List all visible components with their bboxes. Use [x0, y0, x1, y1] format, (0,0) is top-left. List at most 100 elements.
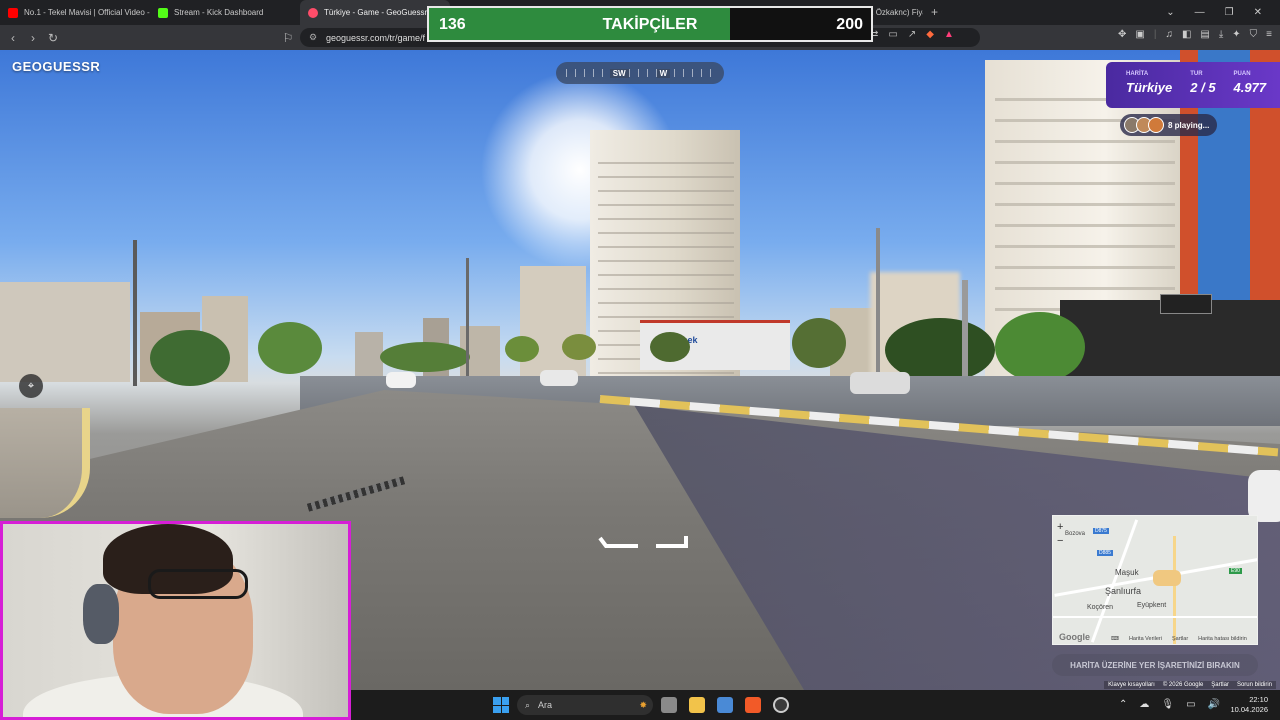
guess-button[interactable]: HARİTA ÜZERİNE YER İŞARETİNİZİ BIRAKIN	[1052, 654, 1258, 676]
map-footer: ⌨ Harita Verileri Şartlar Harita hatası …	[1111, 636, 1247, 642]
file-explorer-icon[interactable]	[689, 697, 705, 713]
map-footer-link[interactable]: Harita Verileri	[1129, 636, 1162, 642]
address-bar-actions: ⇄ ▭ ↗ ◆ ▲	[870, 29, 954, 40]
close-window-icon[interactable]: ✕	[1254, 7, 1262, 18]
bookmark-icon[interactable]: ⚐	[278, 31, 298, 45]
cloud-icon[interactable]: ☁	[1139, 699, 1149, 710]
leo-ai-icon[interactable]: ✦	[1232, 29, 1240, 40]
zoom-in-button[interactable]: +	[1057, 522, 1063, 533]
brave-browser-icon[interactable]	[745, 697, 761, 713]
tree	[150, 330, 230, 386]
brave-shield-icon[interactable]: ◆	[926, 29, 934, 40]
url-text: geoguessr.com/tr/game/f	[326, 32, 426, 43]
store-icon[interactable]	[717, 697, 733, 713]
street-lamp	[466, 258, 469, 382]
follower-label: TAKİPÇİLER	[602, 16, 698, 33]
download-icon[interactable]: ⤓	[1219, 29, 1223, 40]
vpn-icon[interactable]: ⛉	[1250, 29, 1258, 40]
site-info-icon[interactable]: ⚙	[309, 32, 317, 43]
footer-link[interactable]: Şartlar	[1211, 682, 1229, 688]
tree	[505, 336, 539, 362]
game-status-panel: HARİTA Türkiye TUR 2 / 5 PUAN 4.977	[1106, 62, 1280, 108]
restore-icon[interactable]: ❐	[1225, 7, 1234, 18]
cast-icon[interactable]: ▭	[888, 29, 897, 40]
brave-rewards-icon[interactable]: ▲	[944, 29, 954, 40]
reload-icon[interactable]: ↻	[43, 31, 63, 45]
wallet-icon[interactable]: ▤	[1200, 29, 1209, 40]
menu-icon[interactable]: ≡	[1266, 29, 1272, 40]
zoom-out-button[interactable]: −	[1057, 536, 1063, 547]
score-value: 4.977	[1233, 80, 1267, 95]
tab-list-chevron-icon[interactable]: ⌄	[1166, 7, 1174, 18]
webcam-overlay	[0, 521, 351, 720]
return-to-start-icon[interactable]: ⌖	[19, 374, 43, 398]
tab-search-icon[interactable]: ▣	[1135, 29, 1144, 40]
map-area	[1153, 570, 1181, 586]
footer-link[interactable]: Sorun bildirin	[1237, 682, 1272, 688]
chevron-up-icon[interactable]: ⌃	[1119, 699, 1127, 710]
score-stat: PUAN 4.977	[1234, 71, 1267, 108]
movement-arrows[interactable]	[598, 532, 698, 557]
minimize-icon[interactable]: —	[1195, 7, 1205, 18]
map-road-badge: D885	[1097, 550, 1113, 556]
tab-title: Stream - Kick Dashboard	[174, 8, 264, 17]
taskbar-search[interactable]: ⌕ Ara ✸	[517, 695, 653, 715]
map-label: Maşuk	[1115, 568, 1139, 577]
map-footer-link[interactable]: Harita hatası bildirin	[1198, 636, 1247, 642]
extensions-icon[interactable]: ✥	[1118, 29, 1126, 40]
players-indicator[interactable]: 8 playing...	[1120, 114, 1218, 136]
utility-pole	[133, 240, 137, 386]
separator: |	[1153, 29, 1157, 40]
compass-heading: W	[656, 68, 671, 78]
forward-icon[interactable]: ›	[23, 31, 43, 45]
clock-date: 10.04.2026	[1230, 705, 1268, 714]
tree	[380, 342, 470, 372]
shop-sign-panel	[1160, 294, 1212, 314]
glasses	[148, 569, 248, 599]
follower-goal: 200	[836, 16, 863, 33]
back-icon[interactable]: ‹	[3, 31, 23, 45]
music-icon[interactable]: ♫	[1165, 29, 1173, 40]
google-logo: Google	[1059, 632, 1090, 642]
players-count: 8 playing...	[1168, 120, 1210, 130]
building	[0, 282, 130, 382]
task-view-icon[interactable]	[661, 697, 677, 713]
kick-icon	[158, 7, 168, 18]
move-arrow-icon[interactable]	[598, 532, 698, 552]
tree	[995, 312, 1085, 382]
map-label: Şanlıurfa	[1105, 586, 1142, 596]
map-label: Bozova	[1065, 531, 1086, 537]
geoguessr-icon	[308, 7, 318, 18]
map-road-badge: E90	[1229, 568, 1242, 574]
volume-icon[interactable]: 🔊	[1208, 699, 1220, 710]
map-value: Türkiye	[1126, 80, 1173, 95]
network-icon[interactable]: ▭	[1186, 699, 1195, 710]
guess-minimap[interactable]: + − Bozova D875 D885 E90 Maşuk Şanlıurfa…	[1052, 515, 1258, 645]
youtube-icon	[8, 7, 18, 18]
microphone-icon[interactable]: 🎙	[1161, 699, 1174, 710]
map-footer-link[interactable]: Şartlar	[1172, 636, 1188, 642]
sidebar-icon[interactable]: ◧	[1182, 29, 1191, 40]
follower-goal-bar: 136 TAKİPÇİLER 200	[427, 6, 873, 42]
browser-tab[interactable]: Stream - Kick Dashboard	[150, 0, 300, 25]
tab-title: Türkiye - Game - GeoGuessr	[324, 8, 428, 17]
tab-title: No.1 - Tekel Mavisi | Official Video -	[24, 8, 150, 17]
footer-link[interactable]: Klavye kısayolları	[1108, 682, 1155, 688]
share-icon[interactable]: ↗	[908, 29, 916, 40]
score-label: PUAN	[1233, 71, 1251, 77]
compass: SW W	[556, 62, 724, 84]
screen: No.1 - Tekel Mavisi | Official Video - S…	[0, 0, 1280, 720]
new-tab-button[interactable]: +	[931, 5, 938, 19]
clock[interactable]: 22:10 10.04.2026	[1230, 695, 1268, 715]
browser-tab[interactable]: No.1 - Tekel Mavisi | Official Video -	[0, 0, 150, 25]
map-label: Koçören	[1087, 604, 1114, 611]
windows-start-icon[interactable]	[493, 697, 509, 713]
map-road	[1053, 616, 1257, 618]
tree	[792, 318, 846, 368]
round-stat: TUR 2 / 5	[1190, 71, 1215, 108]
search-highlight-icon: ✸	[639, 699, 647, 710]
obs-icon[interactable]	[773, 697, 789, 713]
keyboard-icon[interactable]: ⌨	[1111, 636, 1119, 642]
geoguessr-logo[interactable]: GEOGUESSR	[12, 59, 100, 74]
building	[355, 332, 383, 382]
